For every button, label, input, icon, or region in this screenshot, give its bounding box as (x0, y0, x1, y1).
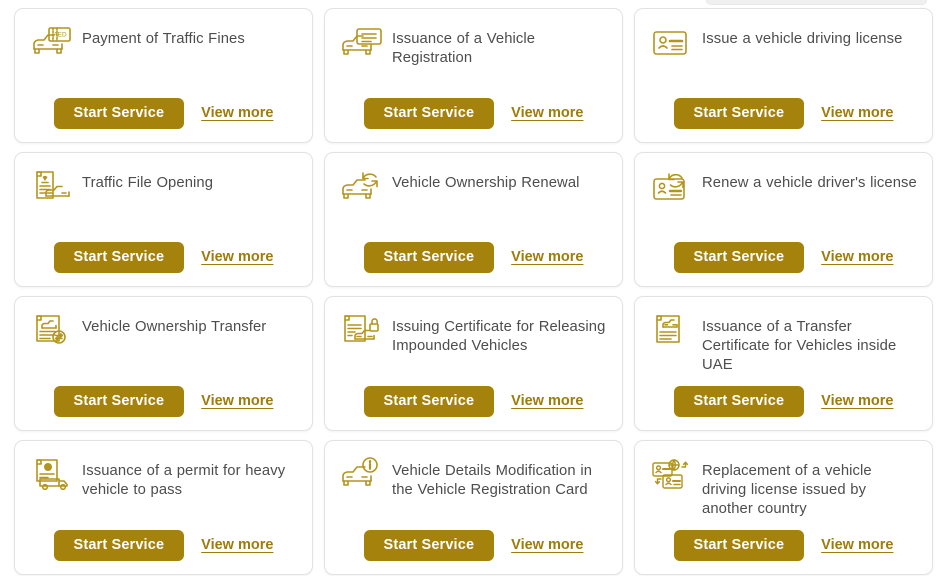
service-card[interactable]: Issuance of a Transfer Certificate for V… (634, 296, 933, 431)
view-more-link[interactable]: View more (201, 105, 273, 121)
view-more-link[interactable]: View more (821, 537, 893, 553)
document-car-certificate-icon (649, 311, 695, 353)
service-card[interactable]: AED Payment of Traffic Fines Start Servi… (14, 8, 313, 143)
services-page: AED Payment of Traffic Fines Start Servi… (0, 0, 943, 576)
card-actions: Start Service View more (325, 241, 622, 273)
card-header: Vehicle Ownership Transfer (15, 297, 312, 353)
card-actions: Start Service View more (15, 529, 312, 561)
card-title: Vehicle Ownership Transfer (82, 319, 267, 335)
document-car-transfer-icon (29, 311, 75, 353)
start-service-button[interactable]: Start Service (673, 97, 805, 129)
card-header: Issue a vehicle driving license (635, 9, 932, 65)
card-header: Issuance of a permit for heavy vehicle t… (15, 441, 312, 500)
view-more-link[interactable]: View more (201, 393, 273, 409)
card-title: Renew a vehicle driver's license (702, 175, 917, 191)
service-card[interactable]: Vehicle Ownership Transfer Start Service… (14, 296, 313, 431)
card-title: Issuance of a permit for heavy vehicle t… (82, 463, 286, 498)
start-service-button[interactable]: Start Service (53, 385, 185, 417)
document-truck-permit-icon (29, 455, 75, 497)
car-fine-ticket-icon: AED (29, 23, 75, 65)
card-header: Issuance of a Vehicle Registration (325, 9, 622, 68)
car-renew-arrows-icon (339, 167, 385, 209)
view-more-link[interactable]: View more (511, 105, 583, 121)
card-actions: Start Service View more (635, 97, 932, 129)
service-card[interactable]: Replacement of a vehicle driving license… (634, 440, 933, 575)
start-service-button[interactable]: Start Service (53, 241, 185, 273)
card-actions: Start Service View more (635, 241, 932, 273)
start-service-button[interactable]: Start Service (363, 385, 495, 417)
card-header: Replacement of a vehicle driving license… (635, 441, 932, 519)
id-license-card-icon (649, 23, 695, 65)
card-header: Issuance of a Transfer Certificate for V… (635, 297, 932, 375)
start-service-button[interactable]: Start Service (363, 241, 495, 273)
card-actions: Start Service View more (635, 385, 932, 417)
view-more-link[interactable]: View more (821, 105, 893, 121)
top-partial-panel (706, 0, 927, 5)
card-actions: Start Service View more (15, 385, 312, 417)
card-actions: Start Service View more (635, 529, 932, 561)
service-card[interactable]: Issuing Certificate for Releasing Impoun… (324, 296, 623, 431)
car-registration-card-icon (339, 23, 385, 65)
card-title: Replacement of a vehicle driving license… (702, 463, 872, 517)
card-header: Issuing Certificate for Releasing Impoun… (325, 297, 622, 356)
document-car-file-icon (29, 167, 75, 209)
start-service-button[interactable]: Start Service (673, 529, 805, 561)
service-card[interactable]: Issuance of a permit for heavy vehicle t… (14, 440, 313, 575)
license-globe-exchange-icon (649, 455, 695, 497)
start-service-button[interactable]: Start Service (363, 97, 495, 129)
start-service-button[interactable]: Start Service (53, 529, 185, 561)
card-title: Payment of Traffic Fines (82, 31, 245, 47)
view-more-link[interactable]: View more (201, 537, 273, 553)
document-car-unlock-icon (339, 311, 385, 353)
card-actions: Start Service View more (15, 241, 312, 273)
card-header: Traffic File Opening (15, 153, 312, 209)
card-title: Vehicle Ownership Renewal (392, 175, 580, 191)
card-title: Vehicle Details Modification in the Vehi… (392, 463, 593, 498)
start-service-button[interactable]: Start Service (363, 529, 495, 561)
card-actions: Start Service View more (325, 529, 622, 561)
license-renew-arrows-icon (649, 167, 695, 209)
card-title: Traffic File Opening (82, 175, 214, 191)
card-header: Vehicle Details Modification in the Vehi… (325, 441, 622, 500)
view-more-link[interactable]: View more (821, 393, 893, 409)
card-title: Issuing Certificate for Releasing Impoun… (392, 319, 606, 354)
card-title: Issue a vehicle driving license (702, 31, 903, 47)
service-card[interactable]: Issue a vehicle driving license Start Se… (634, 8, 933, 143)
start-service-button[interactable]: Start Service (673, 241, 805, 273)
card-header: AED Payment of Traffic Fines (15, 9, 312, 65)
service-card[interactable]: Vehicle Ownership Renewal Start Service … (324, 152, 623, 287)
view-more-link[interactable]: View more (511, 537, 583, 553)
car-info-icon (339, 455, 385, 497)
view-more-link[interactable]: View more (511, 393, 583, 409)
service-card[interactable]: Traffic File Opening Start Service View … (14, 152, 313, 287)
svg-text:AED: AED (53, 32, 67, 39)
card-actions: Start Service View more (325, 97, 622, 129)
card-title: Issuance of a Transfer Certificate for V… (702, 319, 897, 373)
start-service-button[interactable]: Start Service (53, 97, 185, 129)
service-card[interactable]: Issuance of a Vehicle Registration Start… (324, 8, 623, 143)
start-service-button[interactable]: Start Service (673, 385, 805, 417)
view-more-link[interactable]: View more (821, 249, 893, 265)
card-actions: Start Service View more (15, 97, 312, 129)
card-header: Vehicle Ownership Renewal (325, 153, 622, 209)
card-header: Renew a vehicle driver's license (635, 153, 932, 209)
view-more-link[interactable]: View more (201, 249, 273, 265)
services-grid: AED Payment of Traffic Fines Start Servi… (14, 8, 933, 575)
card-actions: Start Service View more (325, 385, 622, 417)
service-card[interactable]: Renew a vehicle driver's license Start S… (634, 152, 933, 287)
card-title: Issuance of a Vehicle Registration (392, 31, 536, 66)
service-card[interactable]: Vehicle Details Modification in the Vehi… (324, 440, 623, 575)
view-more-link[interactable]: View more (511, 249, 583, 265)
